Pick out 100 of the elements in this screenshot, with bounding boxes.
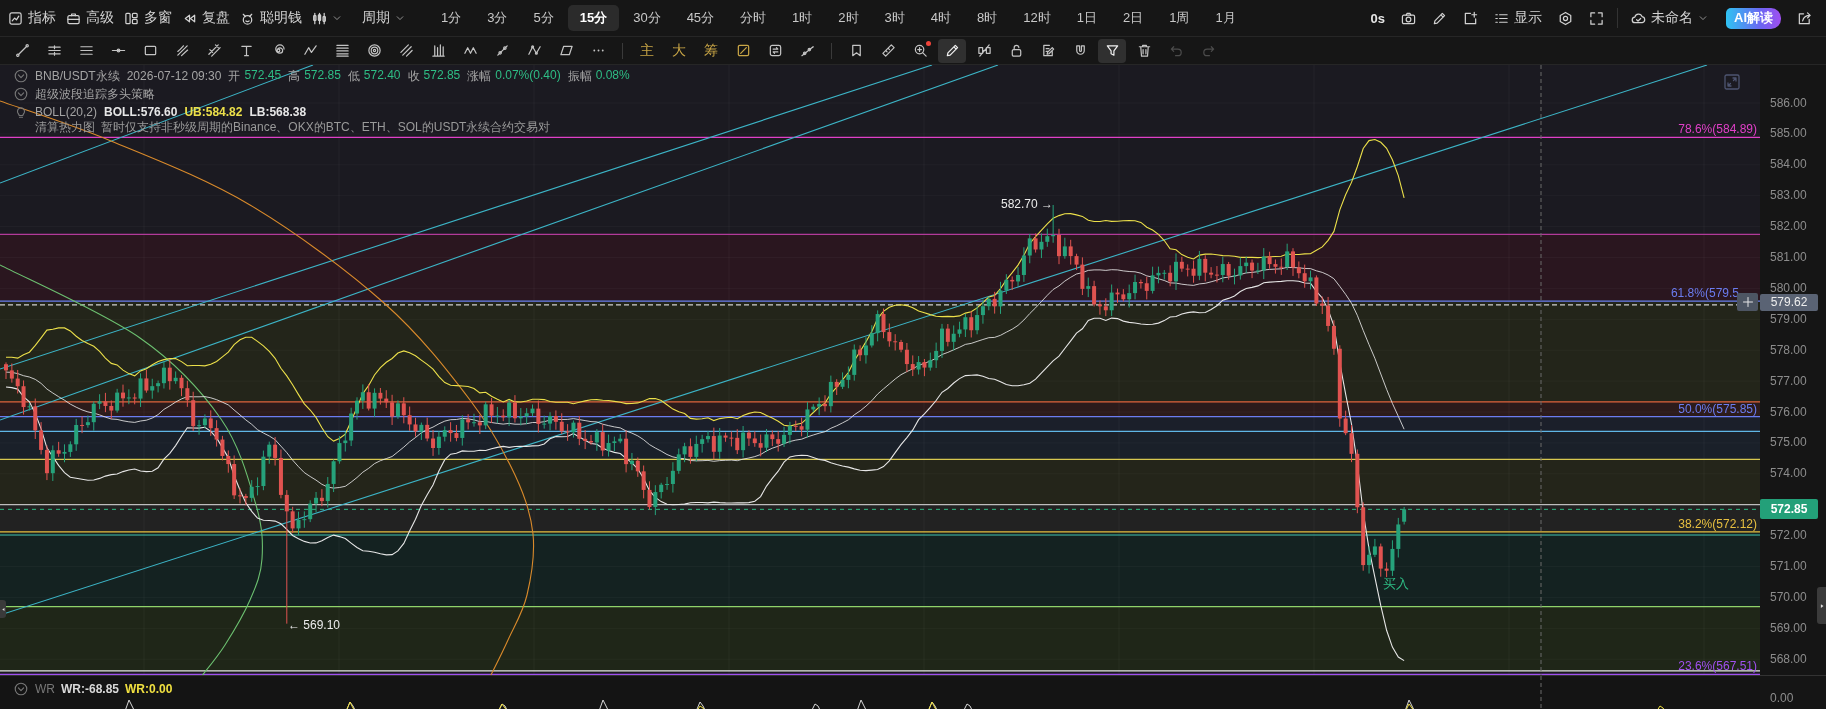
indicator-name: WR <box>35 682 55 696</box>
pencil-icon <box>1432 10 1447 26</box>
fibonacci-level-label: 61.8%(579.5 <box>1670 286 1739 301</box>
parallelogram-icon <box>558 43 574 58</box>
zigzag-icon <box>302 43 318 58</box>
fullscreen-icon <box>1589 10 1604 26</box>
multi-window-button[interactable]: 多窗 <box>124 6 172 30</box>
last-price-label: 572.85 <box>1760 499 1818 519</box>
tool-button[interactable] <box>1098 38 1126 63</box>
camera-icon <box>1401 10 1416 26</box>
indicator-name: BOLL(20,2) <box>35 105 98 119</box>
add-alert-button[interactable] <box>1737 293 1758 311</box>
overlay-toggle-button[interactable]: 主 <box>633 38 661 63</box>
marked-price-label: 579.62 <box>1760 294 1818 311</box>
smart-money-button[interactable]: 聪明钱 <box>240 6 302 30</box>
price-extreme-label: ← 569.10 <box>288 618 341 632</box>
indicator-value: WR:0.00 <box>125 682 173 696</box>
ohlc-value: 572.40 <box>363 67 401 84</box>
period-tab[interactable]: 2时 <box>826 5 871 31</box>
ohlc-value: 572.85 <box>423 67 461 84</box>
ohlc-value: 572.85 <box>304 67 341 84</box>
bulb-icon[interactable] <box>14 105 28 119</box>
price-axis-label: 572.00 <box>1770 530 1807 542</box>
vertical-bars-icon <box>430 43 446 58</box>
price-axis-label: 582.00 <box>1770 221 1807 233</box>
display-menu-button[interactable]: 显示 <box>1494 6 1542 30</box>
price-axis-label: 571.00 <box>1770 561 1807 572</box>
ohlc-label: 收 <box>407 67 420 85</box>
zigzag-points-icon <box>526 43 542 58</box>
slashed-square-icon <box>735 43 751 58</box>
square-plus-icon <box>1463 10 1478 26</box>
period-tab[interactable]: 1分 <box>429 5 474 31</box>
line-points-icon <box>799 43 815 58</box>
advanced-menu-button[interactable]: 高级 <box>66 6 114 30</box>
rectangle-icon <box>142 43 158 58</box>
indicator-value: LB:568.38 <box>249 105 307 119</box>
left-panel-handle[interactable] <box>0 600 6 618</box>
price-axis-label: 579.00 <box>1770 313 1807 325</box>
chevron-circle-icon[interactable] <box>14 87 28 101</box>
period-tab[interactable]: 15分 <box>567 5 620 31</box>
ohlc-label: 高 <box>288 67 301 85</box>
caret-down-icon <box>395 13 405 23</box>
price-axis-label: 568.00 <box>1770 653 1807 665</box>
right-panel-handle[interactable] <box>1817 587 1826 624</box>
cloud-icon <box>1631 10 1646 26</box>
handle-lines-icon <box>46 43 62 58</box>
price-axis-label: 569.00 <box>1770 622 1807 634</box>
period-tab[interactable]: 2日 <box>1111 5 1156 31</box>
fibonacci-level-label: 38.2%(572.12) <box>1678 516 1757 531</box>
price-axis-label: 585.00 <box>1770 128 1807 140</box>
indicator-value: BOLL:576.60 <box>104 105 178 119</box>
period-tab[interactable]: 8时 <box>965 5 1010 31</box>
period-tab[interactable]: 分时 <box>728 5 779 31</box>
chevron-circle-icon[interactable] <box>14 682 28 696</box>
ai-analysis-button[interactable]: AI解读 <box>1726 7 1781 29</box>
price-axis-label: 583.00 <box>1770 190 1807 202</box>
chart-box-icon <box>8 10 23 26</box>
indicator-value: WR:-68.85 <box>61 682 119 696</box>
period-tab[interactable]: 3时 <box>872 5 917 31</box>
overlay-toggle-button[interactable]: 筹 <box>697 38 725 63</box>
period-tab[interactable]: 1日 <box>1064 5 1109 31</box>
indicator-value: UB:584.82 <box>184 105 243 119</box>
ohlc-value: 572.45 <box>244 67 282 84</box>
chevron-circle-icon[interactable] <box>14 69 28 83</box>
period-tab[interactable]: 45分 <box>674 5 727 31</box>
stacked-lines-icon <box>334 43 350 58</box>
period-tab[interactable]: 5分 <box>521 5 566 31</box>
fibonacci-level-label: 78.6%(584.89) <box>1678 122 1757 137</box>
period-tab[interactable]: 3分 <box>475 5 520 31</box>
caret-down-icon <box>332 13 342 23</box>
crossed-lines-icon <box>206 43 222 58</box>
period-tab[interactable]: 12时 <box>1011 5 1063 31</box>
countdown-text: 0s <box>1370 10 1385 26</box>
price-axis-label: 581.00 <box>1770 252 1807 263</box>
layout-name-menu[interactable]: 未命名 <box>1631 6 1708 30</box>
period-tab[interactable]: 1周 <box>1157 5 1202 31</box>
bar-time: 2026-07-12 09:30 <box>126 69 222 83</box>
period-tab[interactable]: 30分 <box>621 5 673 31</box>
fibonacci-level-label: 23.6%(567.51) <box>1678 659 1757 674</box>
price-axis-label: 575.00 <box>1770 437 1807 449</box>
period-tab[interactable]: 1时 <box>780 5 825 31</box>
indicators-menu-button[interactable]: 指标 <box>8 6 56 30</box>
tool-button[interactable] <box>938 38 966 63</box>
concentric-circles-icon <box>366 43 382 58</box>
diagonal-line-icon <box>14 43 30 58</box>
ohlc-value: 0.07%(0.40) <box>495 67 561 84</box>
ohlc-label: 涨幅 <box>467 67 492 85</box>
period-tab[interactable]: 4时 <box>918 5 964 31</box>
ohlc-label: 开 <box>228 67 241 85</box>
indicator-axis-label: 0.00 <box>1770 692 1794 704</box>
price-axis-label: 578.00 <box>1770 344 1807 356</box>
ohlc-value: 0.08% <box>595 67 630 84</box>
slash-lines-icon <box>398 43 414 58</box>
overlay-toggle-button[interactable]: 大 <box>665 38 693 63</box>
period-menu-button[interactable]: 周期 <box>362 6 405 30</box>
settings-icon <box>1558 10 1573 26</box>
buy-signal-label: 买入 <box>1383 577 1409 591</box>
replay-button[interactable]: 复盘 <box>182 6 230 30</box>
period-tab[interactable]: 1月 <box>1203 5 1248 31</box>
briefcase-icon <box>66 10 81 26</box>
